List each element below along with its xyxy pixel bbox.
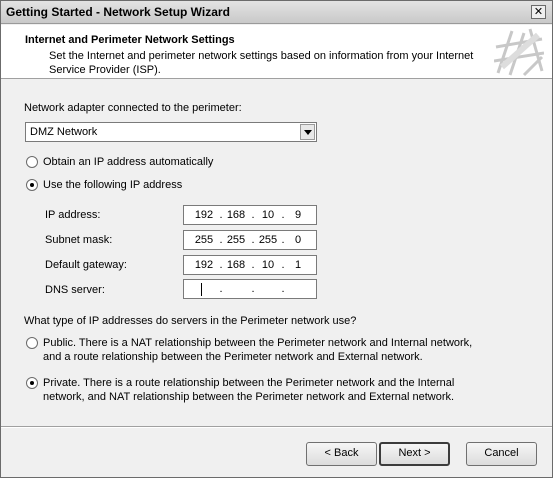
private-ip-label[interactable]: Private. There is a route relationship b… — [43, 376, 493, 404]
ip-dot: . — [219, 283, 223, 295]
cancel-button[interactable]: Cancel — [466, 442, 537, 466]
chevron-down-icon[interactable] — [300, 124, 315, 140]
gateway-octet-3[interactable]: 10 — [256, 259, 280, 271]
obtain-ip-automatically-radio[interactable] — [26, 156, 38, 168]
subnet-mask-field[interactable]: 255 . 255 . 255 . 0 — [183, 230, 317, 250]
ip-address-field[interactable]: 192 . 168 . 10 . 9 — [183, 205, 317, 225]
public-ip-radio[interactable] — [26, 337, 38, 349]
network-adapter-select[interactable]: DMZ Network — [25, 122, 317, 142]
gateway-octet-2[interactable]: 168 — [224, 259, 248, 271]
wizard-header: Internet and Perimeter Network Settings … — [1, 25, 552, 79]
ip-address-label: IP address: — [45, 209, 101, 221]
use-following-ip-label[interactable]: Use the following IP address — [43, 179, 182, 191]
default-gateway-field[interactable]: 192 . 168 . 10 . 1 — [183, 255, 317, 275]
ip-octet-1[interactable]: 192 — [192, 209, 216, 221]
wizard-window: Getting Started - Network Setup Wizard ✕… — [0, 0, 553, 478]
ip-octet-2[interactable]: 168 — [224, 209, 248, 221]
ip-dot: . — [281, 283, 285, 295]
adapter-label: Network adapter connected to the perimet… — [24, 102, 242, 114]
obtain-ip-automatically-label[interactable]: Obtain an IP address automatically — [43, 156, 213, 168]
ip-octet-3[interactable]: 10 — [256, 209, 280, 221]
footer-divider — [1, 426, 552, 428]
default-gateway-label: Default gateway: — [45, 259, 127, 271]
subnet-octet-3[interactable]: 255 — [256, 234, 280, 246]
dns-server-field[interactable]: . . . — [183, 279, 317, 299]
window-title: Getting Started - Network Setup Wizard — [6, 5, 230, 19]
ip-type-question: What type of IP addresses do servers in … — [24, 315, 357, 327]
subnet-octet-1[interactable]: 255 — [192, 234, 216, 246]
subnet-octet-2[interactable]: 255 — [224, 234, 248, 246]
text-caret — [201, 283, 202, 296]
gateway-octet-4[interactable]: 1 — [286, 259, 310, 271]
back-button[interactable]: < Back — [306, 442, 377, 466]
page-title: Internet and Perimeter Network Settings — [25, 34, 235, 46]
public-ip-label[interactable]: Public. There is a NAT relationship betw… — [43, 336, 493, 364]
adapter-selected-value: DMZ Network — [30, 126, 98, 138]
next-button[interactable]: Next > — [379, 442, 450, 466]
gateway-octet-1[interactable]: 192 — [192, 259, 216, 271]
dns-server-label: DNS server: — [45, 284, 105, 296]
subnet-octet-4[interactable]: 0 — [286, 234, 310, 246]
page-description: Set the Internet and perimeter network s… — [49, 50, 474, 76]
ip-dot: . — [251, 283, 255, 295]
title-bar[interactable]: Getting Started - Network Setup Wizard ✕ — [1, 1, 552, 24]
subnet-mask-label: Subnet mask: — [45, 234, 113, 246]
close-button[interactable]: ✕ — [531, 5, 546, 19]
ip-octet-4[interactable]: 9 — [286, 209, 310, 221]
network-graphic-icon — [494, 27, 544, 77]
private-ip-radio[interactable] — [26, 377, 38, 389]
use-following-ip-radio[interactable] — [26, 179, 38, 191]
close-icon: ✕ — [533, 6, 544, 18]
